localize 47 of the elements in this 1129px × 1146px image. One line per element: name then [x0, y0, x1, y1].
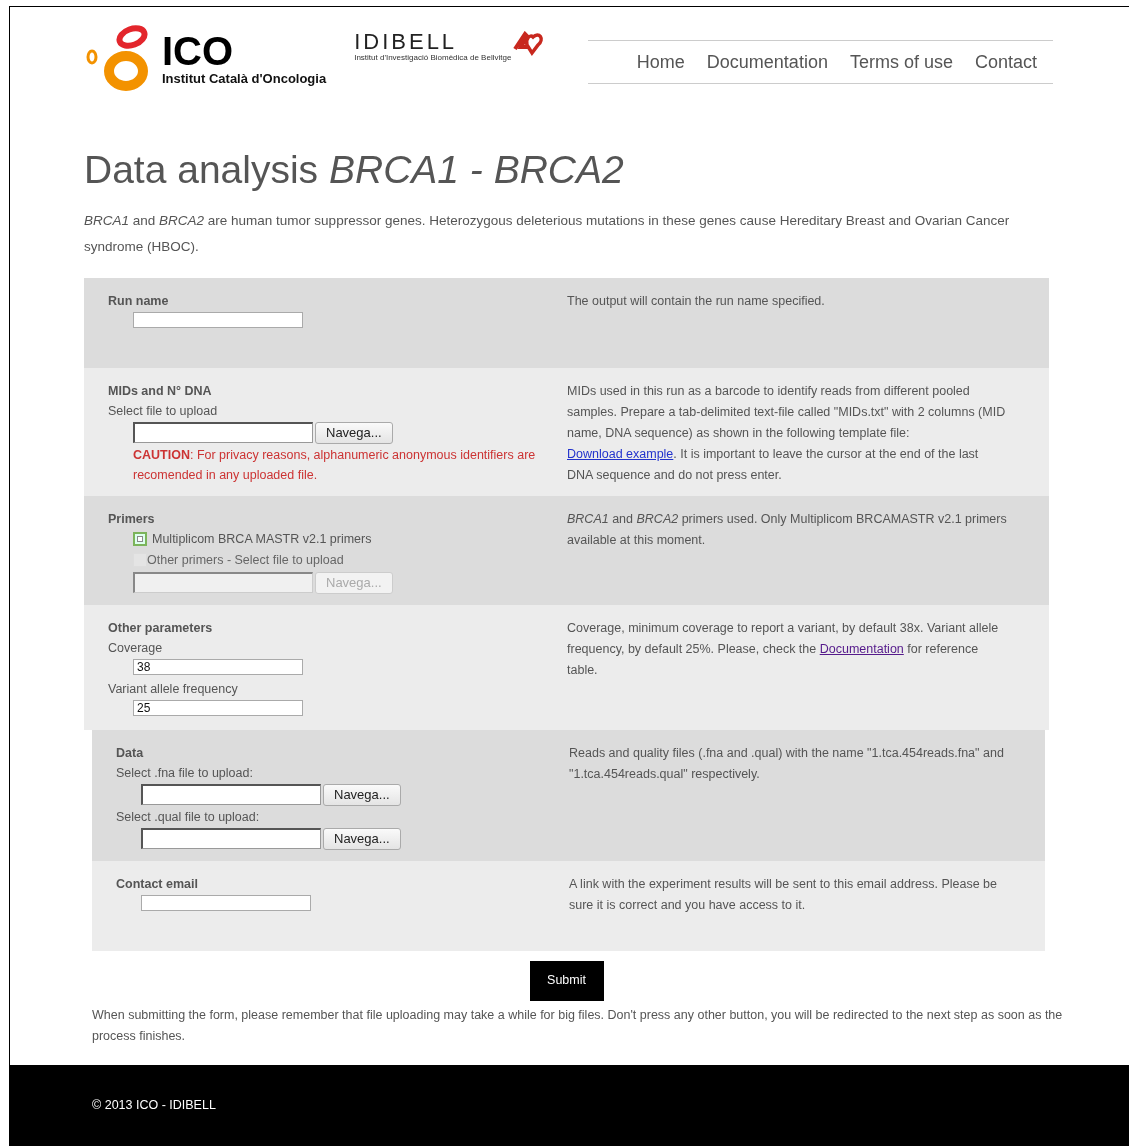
section-title: Run name	[108, 292, 170, 310]
logo-wordmark: IDIBELL	[354, 31, 459, 53]
input-field[interactable]	[133, 311, 303, 328]
help-link[interactable]: Documentation	[819, 641, 904, 656]
help-text: The output will contain the run name specified.	[567, 292, 826, 310]
field-label: Select .fna file to upload:	[116, 764, 254, 782]
field-label: Variant allele frequency	[108, 680, 239, 698]
browse-button[interactable]: Navega...	[315, 421, 393, 444]
file-field[interactable]	[141, 784, 321, 806]
nav-link[interactable]: Terms of use	[849, 48, 953, 76]
page-title: Data analysis BRCA1 - BRCA2	[84, 147, 625, 193]
checkbox-label[interactable]: Multiplicom BRCA MASTR v2.1 primers	[152, 529, 372, 549]
submit-button[interactable]: Submit	[529, 960, 604, 1001]
file-field[interactable]	[133, 422, 313, 444]
checkbox[interactable]	[133, 532, 147, 547]
help-text: BRCA1 and BRCA2 primers used. Only Multiplicom BRCAMASTR v2.1 primers available at this moment.	[567, 510, 1007, 549]
field-label: Coverage	[108, 639, 164, 657]
help-text: MIDs used in this run as a barcode to identify reads from different pooled samples. Prepare a tab-delimited text-file called "MIDs.txt" with 2 columns (MID name, DNA sequence) as shown in the following template file: Download example. It is important to leave the cursor at the end of the last DNA sequence and do not press enter.	[567, 382, 1007, 484]
section-title: MIDs and N° DNA	[108, 382, 213, 400]
logo-subtitle: Institut Català d'Oncologia	[162, 71, 327, 87]
help-text: Coverage, minimum coverage to report a variant, by default 38x. Variant allele frequency, by default 25%. Please, check the Documentation for reference table.	[567, 619, 1000, 679]
caution-text: CAUTION: For privacy reasons, alphanumeric anonymous identifiers are recomended in any uploaded file.	[133, 446, 537, 484]
section-title: Data	[116, 744, 145, 762]
input-field[interactable]	[141, 894, 311, 911]
intro-text: BRCA1 and BRCA2 are human tumor suppressor genes. Heterozygous deleterious mutations in these genes cause Hereditary Breast and Ovarian Cancer syndrome (HBOC).	[84, 211, 1011, 256]
field-label: Select file to upload	[108, 402, 219, 420]
nav-link[interactable]: Home	[636, 48, 685, 76]
checkbox-label: Other primers - Select file to upload	[147, 551, 344, 569]
field-label: Select .qual file to upload:	[116, 808, 261, 826]
input-field[interactable]: 25	[133, 699, 303, 716]
heart-logo-icon	[511, 31, 546, 59]
section-title: Contact email	[116, 875, 199, 893]
help-text: Reads and quality files (.fna and .qual) with the name "1.tca.454reads.fna" and "1.tca.454reads.qual" respectively.	[569, 744, 1005, 783]
section-title: Other parameters	[108, 619, 214, 637]
nav-link[interactable]: Documentation	[706, 48, 828, 76]
section-title: Primers	[108, 510, 156, 528]
logo-subtitle: Institut d'Investigació Biomèdica de Bellvitge	[354, 53, 512, 63]
browse-button: Navega...	[315, 571, 393, 594]
help-text: A link with the experiment results will be sent to this email address. Please be sure it is correct and you have access to it.	[569, 875, 998, 914]
input-field[interactable]: 38	[133, 658, 303, 675]
submit-note: When submitting the form, please remember that file uploading may take a while for big files. Don't press any other button, you will be redirected to the next step as soon as the process finishes.	[92, 1006, 1064, 1045]
browse-button[interactable]: Navega...	[323, 827, 401, 850]
browse-button[interactable]: Navega...	[323, 783, 401, 806]
nav-link[interactable]: Contact	[974, 48, 1037, 76]
copyright-text: © 2013 ICO - IDIBELL	[92, 1098, 216, 1112]
file-field[interactable]	[141, 828, 321, 850]
logo-wordmark: ICO	[162, 31, 235, 72]
